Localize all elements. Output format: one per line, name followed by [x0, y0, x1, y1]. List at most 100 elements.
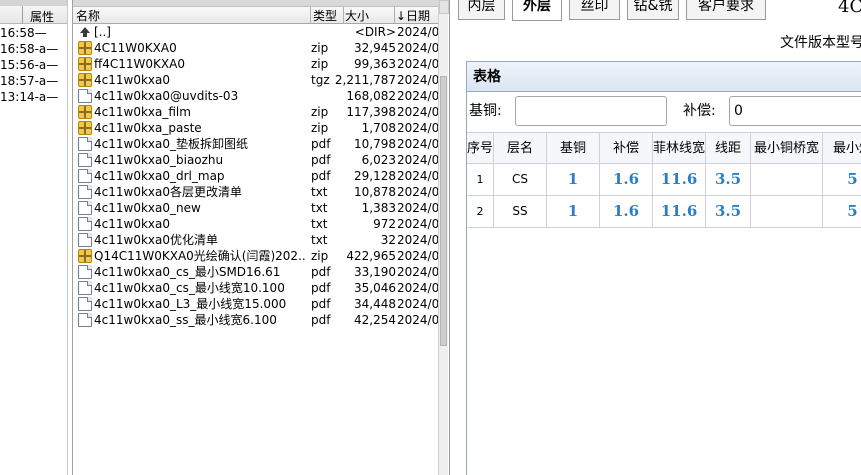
- file-date: 2024/0: [397, 121, 438, 135]
- scrollbar-thumb[interactable]: [440, 76, 447, 346]
- grid-cell-min-pad[interactable]: 5: [823, 196, 861, 227]
- column-divider[interactable]: [343, 7, 344, 24]
- grid-header-layer[interactable]: 层名: [494, 133, 547, 163]
- scroll-up-arrow-icon[interactable]: [439, 0, 449, 14]
- file-row[interactable]: 4c11w0kxa0_drl_map pdf 29,128 2024/0: [73, 168, 438, 184]
- compensation-input[interactable]: 0: [729, 96, 861, 126]
- grid-header-compensation[interactable]: 补偿: [600, 133, 653, 163]
- column-divider[interactable]: [22, 6, 23, 24]
- file-row[interactable]: 4c11w0kxa0_cs_最小SMD16.61 pdf 33,190 2024/0: [73, 264, 438, 280]
- document-icon: [78, 153, 92, 167]
- grid-row[interactable]: 2 SS 1 1.6 11.6 3.5 5: [467, 196, 861, 228]
- column-divider[interactable]: [394, 7, 395, 24]
- file-row[interactable]: 4c11w0kxa0_L3_最小线宽15.000 pdf 34,448 2024/0: [73, 296, 438, 312]
- column-header-size[interactable]: 大小: [345, 8, 369, 24]
- grid-cell-film-width[interactable]: 11.6: [653, 196, 706, 227]
- document-icon: [78, 185, 92, 199]
- file-row[interactable]: 4c11w0kxa0各层更改清单 txt 10,878 2024/0: [73, 184, 438, 200]
- grid-header-spacing[interactable]: 线距: [706, 133, 751, 163]
- grid-cell-index[interactable]: 1: [467, 164, 494, 195]
- left-pane-row[interactable]: 15:56-a—: [0, 57, 67, 73]
- grid-header-min-pad[interactable]: 最小焊: [823, 133, 861, 163]
- left-pane-row[interactable]: 18:57-a—: [0, 73, 67, 89]
- file-list-scrollbar[interactable]: [438, 0, 449, 475]
- path-bar[interactable]: [73, 0, 438, 7]
- tab-customer-requirements[interactable]: 客户要求: [686, 0, 766, 20]
- file-size: 33,190: [354, 265, 396, 279]
- grid-cell-layer[interactable]: CS: [494, 164, 547, 195]
- file-name: 4c11w0kxa0: [94, 217, 170, 231]
- file-name: 4c11w0kxa0_biaozhu: [94, 153, 224, 167]
- file-row[interactable]: 4c11w0kxa0@uvdits-03 168,082 2024/0: [73, 88, 438, 104]
- file-row[interactable]: ff4C11W0KXA0 zip 99,363 2024/0: [73, 56, 438, 72]
- file-row[interactable]: 4c11w0kxa0_biaozhu pdf 6,023 2024/0: [73, 152, 438, 168]
- document-icon: [78, 297, 92, 311]
- file-row[interactable]: 4c11w0kxa0优化清单 txt 32 2024/0: [73, 232, 438, 248]
- grid-header-min-copper-bridge[interactable]: 最小铜桥宽: [751, 133, 823, 163]
- column-header-name[interactable]: 名称: [76, 8, 100, 24]
- document-icon: [78, 313, 92, 327]
- file-row[interactable]: 4c11w0kxa0_cs_最小线宽10.100 pdf 35,046 2024/0: [73, 280, 438, 296]
- file-row[interactable]: 4c11w0kxa0_new txt 1,383 2024/0: [73, 200, 438, 216]
- document-icon: [78, 233, 92, 247]
- panel-title: 表格: [467, 62, 861, 92]
- grid-cell-min-pad[interactable]: 5: [823, 164, 861, 195]
- tab-drill-mill[interactable]: 钻&铣: [627, 0, 679, 20]
- left-pane-path-strip: [0, 0, 67, 6]
- layer-grid: 序号 层名 基铜 补偿 菲林线宽 线距 最小铜桥宽 最小焊 1 CS 1 1.6…: [467, 132, 861, 228]
- file-date: 2024/0: [397, 297, 438, 311]
- file-row[interactable]: Q14C11W0KXA0光绘确认(闫霞)202.. zip 422,965 2024/…: [73, 248, 438, 264]
- grid-header-index[interactable]: 序号: [467, 133, 494, 163]
- file-type: zip: [311, 57, 329, 71]
- grid-cell-film-width[interactable]: 11.6: [653, 164, 706, 195]
- column-header-date[interactable]: ↓日期: [396, 8, 430, 24]
- file-row[interactable]: 4c11w0kxa0 tgz 2,211,787 2024/0: [73, 72, 438, 88]
- grid-cell-spacing[interactable]: 3.5: [706, 196, 751, 227]
- file-size: 168,082: [346, 89, 396, 103]
- file-row[interactable]: 4C11W0KXA0 zip 32,945 2024/0: [73, 40, 438, 56]
- grid-cell-compensation[interactable]: 1.6: [600, 164, 653, 195]
- file-name: 4C11W0KXA0: [94, 41, 177, 55]
- grid-cell-spacing[interactable]: 3.5: [706, 164, 751, 195]
- tab-silkscreen[interactable]: 丝印: [569, 0, 620, 20]
- left-pane-row[interactable]: 13:14-a—: [0, 89, 67, 105]
- left-pane-row[interactable]: 16:58—: [0, 25, 67, 41]
- file-row[interactable]: 4c11w0kxa0_垫板拆卸图纸 pdf 10,798 2024/0: [73, 136, 438, 152]
- file-name: 4c11w0kxa0_cs_最小SMD16.61: [94, 265, 281, 279]
- grid-cell-compensation[interactable]: 1.6: [600, 196, 653, 227]
- column-divider[interactable]: [310, 7, 311, 24]
- column-header-type[interactable]: 类型: [313, 8, 337, 24]
- file-date: 2024/0: [397, 233, 438, 247]
- tab-inner-layer[interactable]: 内层: [458, 0, 505, 20]
- grid-header-base-copper[interactable]: 基铜: [547, 133, 600, 163]
- grid-cell-layer[interactable]: SS: [494, 196, 547, 227]
- file-row[interactable]: [..] <DIR> 2024/0: [73, 24, 438, 40]
- file-name: 4c11w0kxa0_ss_最小线宽6.100: [94, 313, 277, 327]
- grid-cell-min-copper-bridge[interactable]: [751, 196, 823, 227]
- file-row[interactable]: 4c11w0kxa0 txt 972 2024/0: [73, 216, 438, 232]
- zip-icon: [78, 57, 92, 71]
- file-size: 2,211,787: [334, 73, 396, 87]
- file-row[interactable]: 4c11w0kxa_paste zip 1,708 2024/0: [73, 120, 438, 136]
- file-date: 2024/0: [397, 201, 438, 215]
- tab-outer-layer[interactable]: 外层: [512, 0, 562, 21]
- file-type: txt: [311, 217, 328, 231]
- left-pane-row[interactable]: 16:58-a—: [0, 41, 67, 57]
- file-size: 99,363: [354, 57, 396, 71]
- file-row[interactable]: 4c11w0kxa0_ss_最小线宽6.100 pdf 42,254 2024/0: [73, 312, 438, 328]
- file-type: pdf: [311, 265, 331, 279]
- file-size: 32: [380, 233, 396, 247]
- grid-header-film-width[interactable]: 菲林线宽: [653, 133, 706, 163]
- base-copper-input[interactable]: [515, 96, 667, 126]
- grid-cell-base-copper[interactable]: 1: [547, 196, 600, 227]
- grid-cell-min-copper-bridge[interactable]: [751, 164, 823, 195]
- grid-cell-index[interactable]: 2: [467, 196, 494, 227]
- grid-row[interactable]: 1 CS 1 1.6 11.6 3.5 5: [467, 164, 861, 196]
- file-type: pdf: [311, 313, 331, 327]
- grid-cell-base-copper[interactable]: 1: [547, 164, 600, 195]
- file-name: 4c11w0kxa0优化清单: [94, 233, 218, 247]
- file-version-label: 文件版本型号: [780, 35, 861, 51]
- column-header-attributes[interactable]: 属性: [30, 8, 54, 25]
- file-list-header: 名称 类型 大小 ↓日期: [73, 7, 438, 24]
- file-row[interactable]: 4c11w0kxa_film zip 117,398 2024/0: [73, 104, 438, 120]
